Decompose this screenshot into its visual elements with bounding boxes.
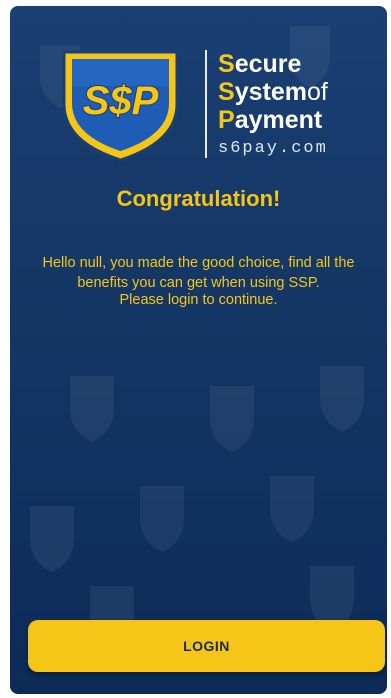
login-prompt: Please login to continue. <box>119 292 278 308</box>
congratulation-title: Congratulation! <box>116 186 281 211</box>
logo-cap-p: P <box>218 106 235 134</box>
shield-logo-icon: S$P <box>62 50 179 162</box>
login-button[interactable]: LOGIN <box>28 620 385 672</box>
welcome-message: Hello null, you made the good choice, fi… <box>42 255 355 291</box>
logo-line-payment: Payment <box>218 106 368 134</box>
logo-text-ayment: ayment <box>234 106 323 134</box>
logo-text-ystem: ystem <box>234 78 307 106</box>
logo-badge-text: S$P <box>83 79 159 123</box>
logo-text-of: of <box>306 78 328 106</box>
logo-cap-s2: S <box>218 78 235 106</box>
logo-text-ecure: ecure <box>234 50 302 78</box>
ssp-logo: S$P Secure Systemof Payment s6pay.com <box>58 46 368 166</box>
app-background: S$P Secure Systemof Payment s6pay.com Co… <box>10 6 387 694</box>
logo-divider <box>205 50 207 158</box>
logo-cap-s1: S <box>218 50 235 78</box>
logo-line-system: Systemof <box>218 78 368 106</box>
screen: S$P Secure Systemof Payment s6pay.com Co… <box>0 0 391 698</box>
logo-domain: s6pay.com <box>218 139 328 158</box>
logo-line-secure: Secure <box>218 50 368 78</box>
logo-wordmark: Secure Systemof Payment s6pay.com <box>218 50 368 160</box>
